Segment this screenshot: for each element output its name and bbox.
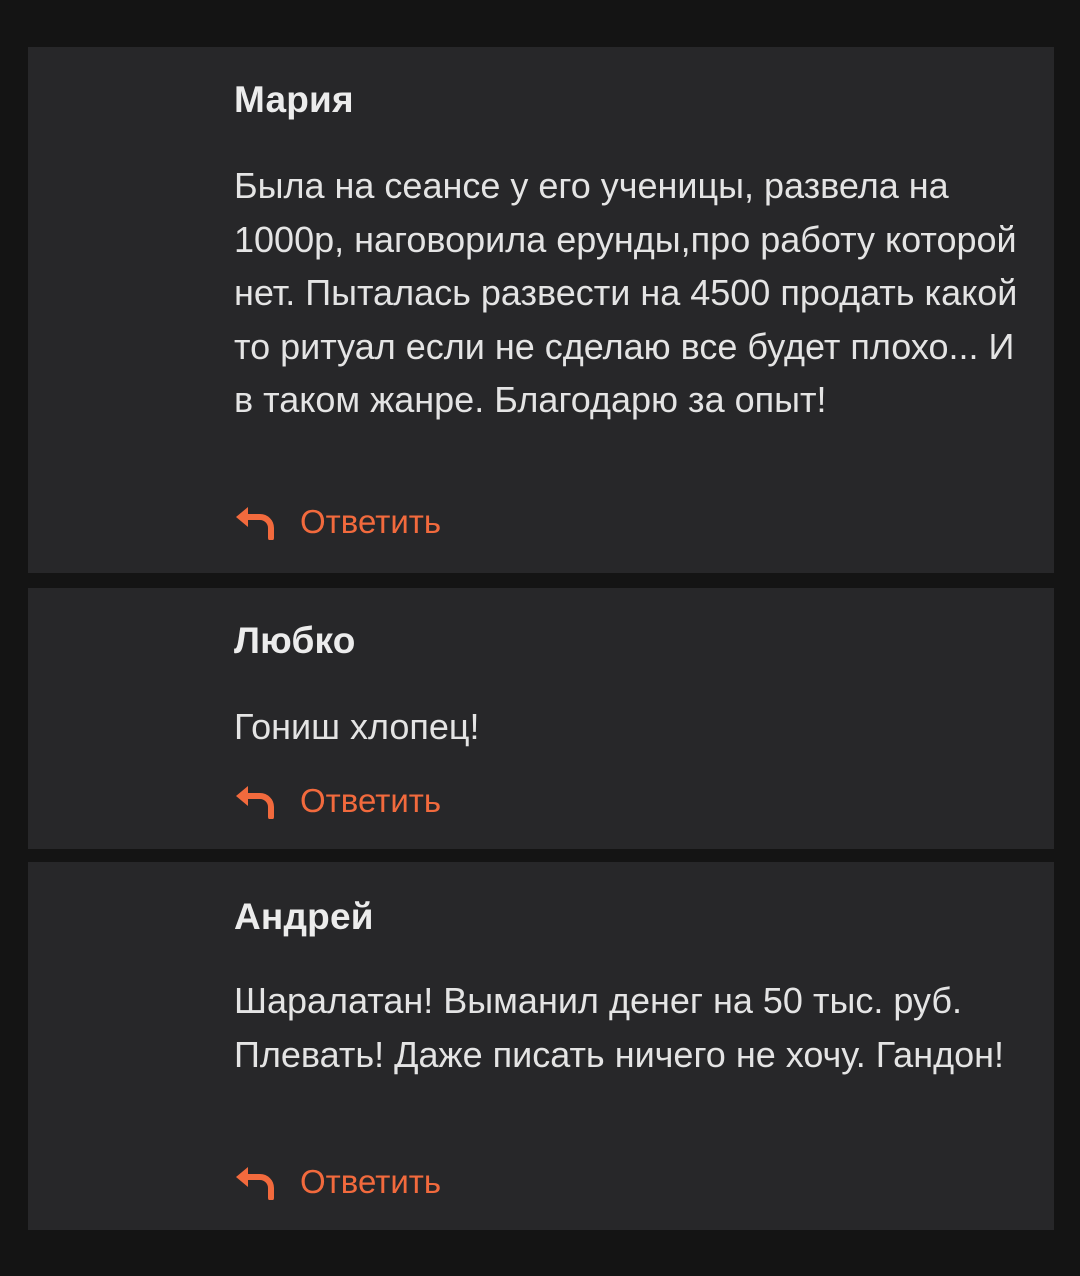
reply-arrow-icon bbox=[236, 1167, 274, 1200]
comment-author: Мария bbox=[234, 79, 354, 120]
comment-author: Любко bbox=[234, 620, 356, 661]
comment-card: Андрей Шаралатан! Выманил денег на 50 ты… bbox=[28, 862, 1054, 1230]
reply-label[interactable]: Ответить bbox=[300, 503, 441, 541]
reply-button[interactable]: Ответить bbox=[234, 782, 441, 820]
reply-label[interactable]: Ответить bbox=[300, 1163, 441, 1201]
comment-text: Шаралатан! Выманил денег на 50 тыс. руб.… bbox=[234, 980, 1004, 1075]
comment-card: Любко Гониш хлопец! Ответить bbox=[28, 588, 1054, 849]
comment-text: Гониш хлопец! bbox=[234, 706, 480, 747]
comment-card: Мария Была на сеансе у его ученицы, разв… bbox=[28, 47, 1054, 573]
reply-label[interactable]: Ответить bbox=[300, 782, 441, 820]
reply-button[interactable]: Ответить bbox=[234, 1163, 441, 1201]
comment-text: Была на сеансе у его ученицы, развела на… bbox=[234, 165, 1018, 420]
comment-author: Андрей bbox=[234, 896, 374, 937]
reply-arrow-icon bbox=[236, 786, 274, 819]
reply-button[interactable]: Ответить bbox=[234, 503, 441, 541]
reply-arrow-icon bbox=[236, 507, 274, 540]
